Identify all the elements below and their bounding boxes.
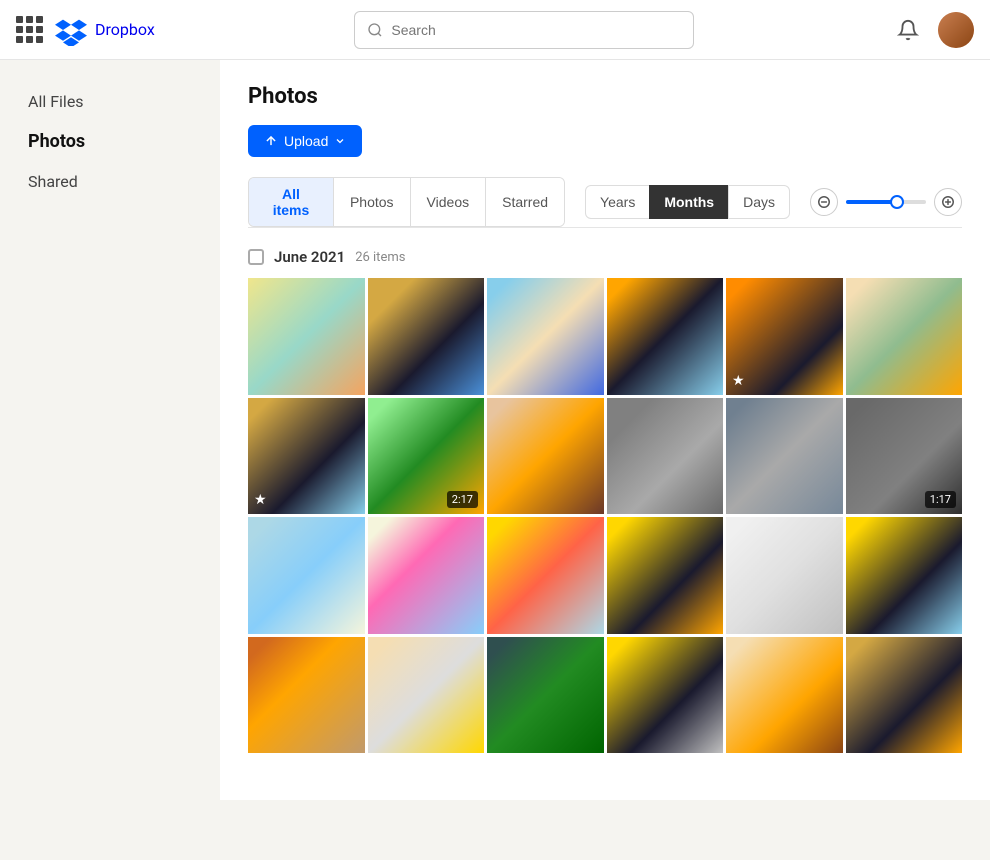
star-icon: ★ xyxy=(732,373,745,389)
tab-photos[interactable]: Photos xyxy=(334,178,411,226)
tab-videos[interactable]: Videos xyxy=(411,178,487,226)
logo[interactable]: Dropbox xyxy=(55,14,155,46)
photo-cell-10[interactable] xyxy=(607,398,724,515)
photo-cell-5[interactable]: ★ xyxy=(726,278,843,395)
photo-cell-13[interactable] xyxy=(248,517,365,634)
tab-days[interactable]: Days xyxy=(728,185,790,219)
upload-icon xyxy=(264,134,278,148)
sidebar-item-shared[interactable]: Shared xyxy=(16,164,204,199)
photo-cell-24[interactable] xyxy=(846,637,963,754)
search-input[interactable] xyxy=(391,22,681,38)
topbar: Dropbox xyxy=(0,0,990,60)
main-content: Photos Upload All items Photos Videos St… xyxy=(220,60,990,800)
search-icon xyxy=(367,22,383,38)
section-checkbox[interactable] xyxy=(248,249,264,265)
zoom-control xyxy=(810,188,962,216)
photo-cell-22[interactable] xyxy=(607,637,724,754)
upload-button[interactable]: Upload xyxy=(248,125,362,157)
photo-cell-8[interactable]: 2:17 xyxy=(368,398,485,515)
zoom-slider[interactable] xyxy=(846,200,926,204)
tab-years[interactable]: Years xyxy=(585,185,650,219)
photo-cell-16[interactable] xyxy=(607,517,724,634)
sidebar-item-label: Shared xyxy=(28,172,78,191)
photo-grid: ★ ★ 2:17 1:17 xyxy=(248,278,962,753)
page-title: Photos xyxy=(248,84,962,109)
photo-cell-23[interactable] xyxy=(726,637,843,754)
photo-cell-9[interactable] xyxy=(487,398,604,515)
photo-cell-4[interactable] xyxy=(607,278,724,395)
tab-months[interactable]: Months xyxy=(649,185,729,219)
photo-cell-19[interactable] xyxy=(248,637,365,754)
section-title: June 2021 xyxy=(274,248,345,266)
zoom-out-button[interactable] xyxy=(810,188,838,216)
upload-chevron-icon xyxy=(334,135,346,147)
upload-label: Upload xyxy=(284,133,328,149)
section-count: 26 items xyxy=(355,250,405,265)
tab-starred[interactable]: Starred xyxy=(486,178,564,226)
layout: All Files Photos Shared Photos Upload Al… xyxy=(0,60,990,800)
topbar-left: Dropbox xyxy=(16,14,155,46)
sidebar: All Files Photos Shared xyxy=(0,60,220,800)
photo-cell-7[interactable]: ★ xyxy=(248,398,365,515)
filter-tabs: All items Photos Videos Starred xyxy=(248,177,565,227)
apps-menu-icon[interactable] xyxy=(16,16,43,43)
sidebar-item-label: All Files xyxy=(28,92,84,111)
avatar[interactable] xyxy=(938,12,974,48)
zoom-thumb xyxy=(890,195,904,209)
zoom-in-icon xyxy=(941,195,955,209)
photo-cell-3[interactable] xyxy=(487,278,604,395)
photo-cell-2[interactable] xyxy=(368,278,485,395)
photo-cell-21[interactable] xyxy=(487,637,604,754)
notifications-icon[interactable] xyxy=(894,16,922,44)
zoom-out-icon xyxy=(817,195,831,209)
photo-cell-15[interactable] xyxy=(487,517,604,634)
star-icon: ★ xyxy=(254,492,267,508)
logo-text: Dropbox xyxy=(95,20,155,39)
photo-cell-17[interactable] xyxy=(726,517,843,634)
photo-cell-1[interactable] xyxy=(248,278,365,395)
zoom-in-button[interactable] xyxy=(934,188,962,216)
filter-bar: All items Photos Videos Starred Years Mo… xyxy=(248,177,962,228)
photo-cell-6[interactable] xyxy=(846,278,963,395)
time-tabs: Years Months Days xyxy=(585,185,790,219)
photo-cell-20[interactable] xyxy=(368,637,485,754)
section-header: June 2021 26 items xyxy=(248,248,962,266)
topbar-center xyxy=(155,11,894,49)
sidebar-item-all-files[interactable]: All Files xyxy=(16,84,204,119)
search-bar[interactable] xyxy=(354,11,694,49)
photo-cell-14[interactable] xyxy=(368,517,485,634)
topbar-right xyxy=(894,12,974,48)
sidebar-item-photos[interactable]: Photos xyxy=(16,123,204,160)
tab-all-items[interactable]: All items xyxy=(249,178,334,226)
photo-cell-18[interactable] xyxy=(846,517,963,634)
photo-cell-12[interactable]: 1:17 xyxy=(846,398,963,515)
video-duration-badge: 1:17 xyxy=(925,491,956,508)
photo-cell-11[interactable] xyxy=(726,398,843,515)
dropbox-logo-icon xyxy=(55,14,87,46)
sidebar-item-label: Photos xyxy=(28,131,85,152)
video-duration-badge: 2:17 xyxy=(447,491,478,508)
